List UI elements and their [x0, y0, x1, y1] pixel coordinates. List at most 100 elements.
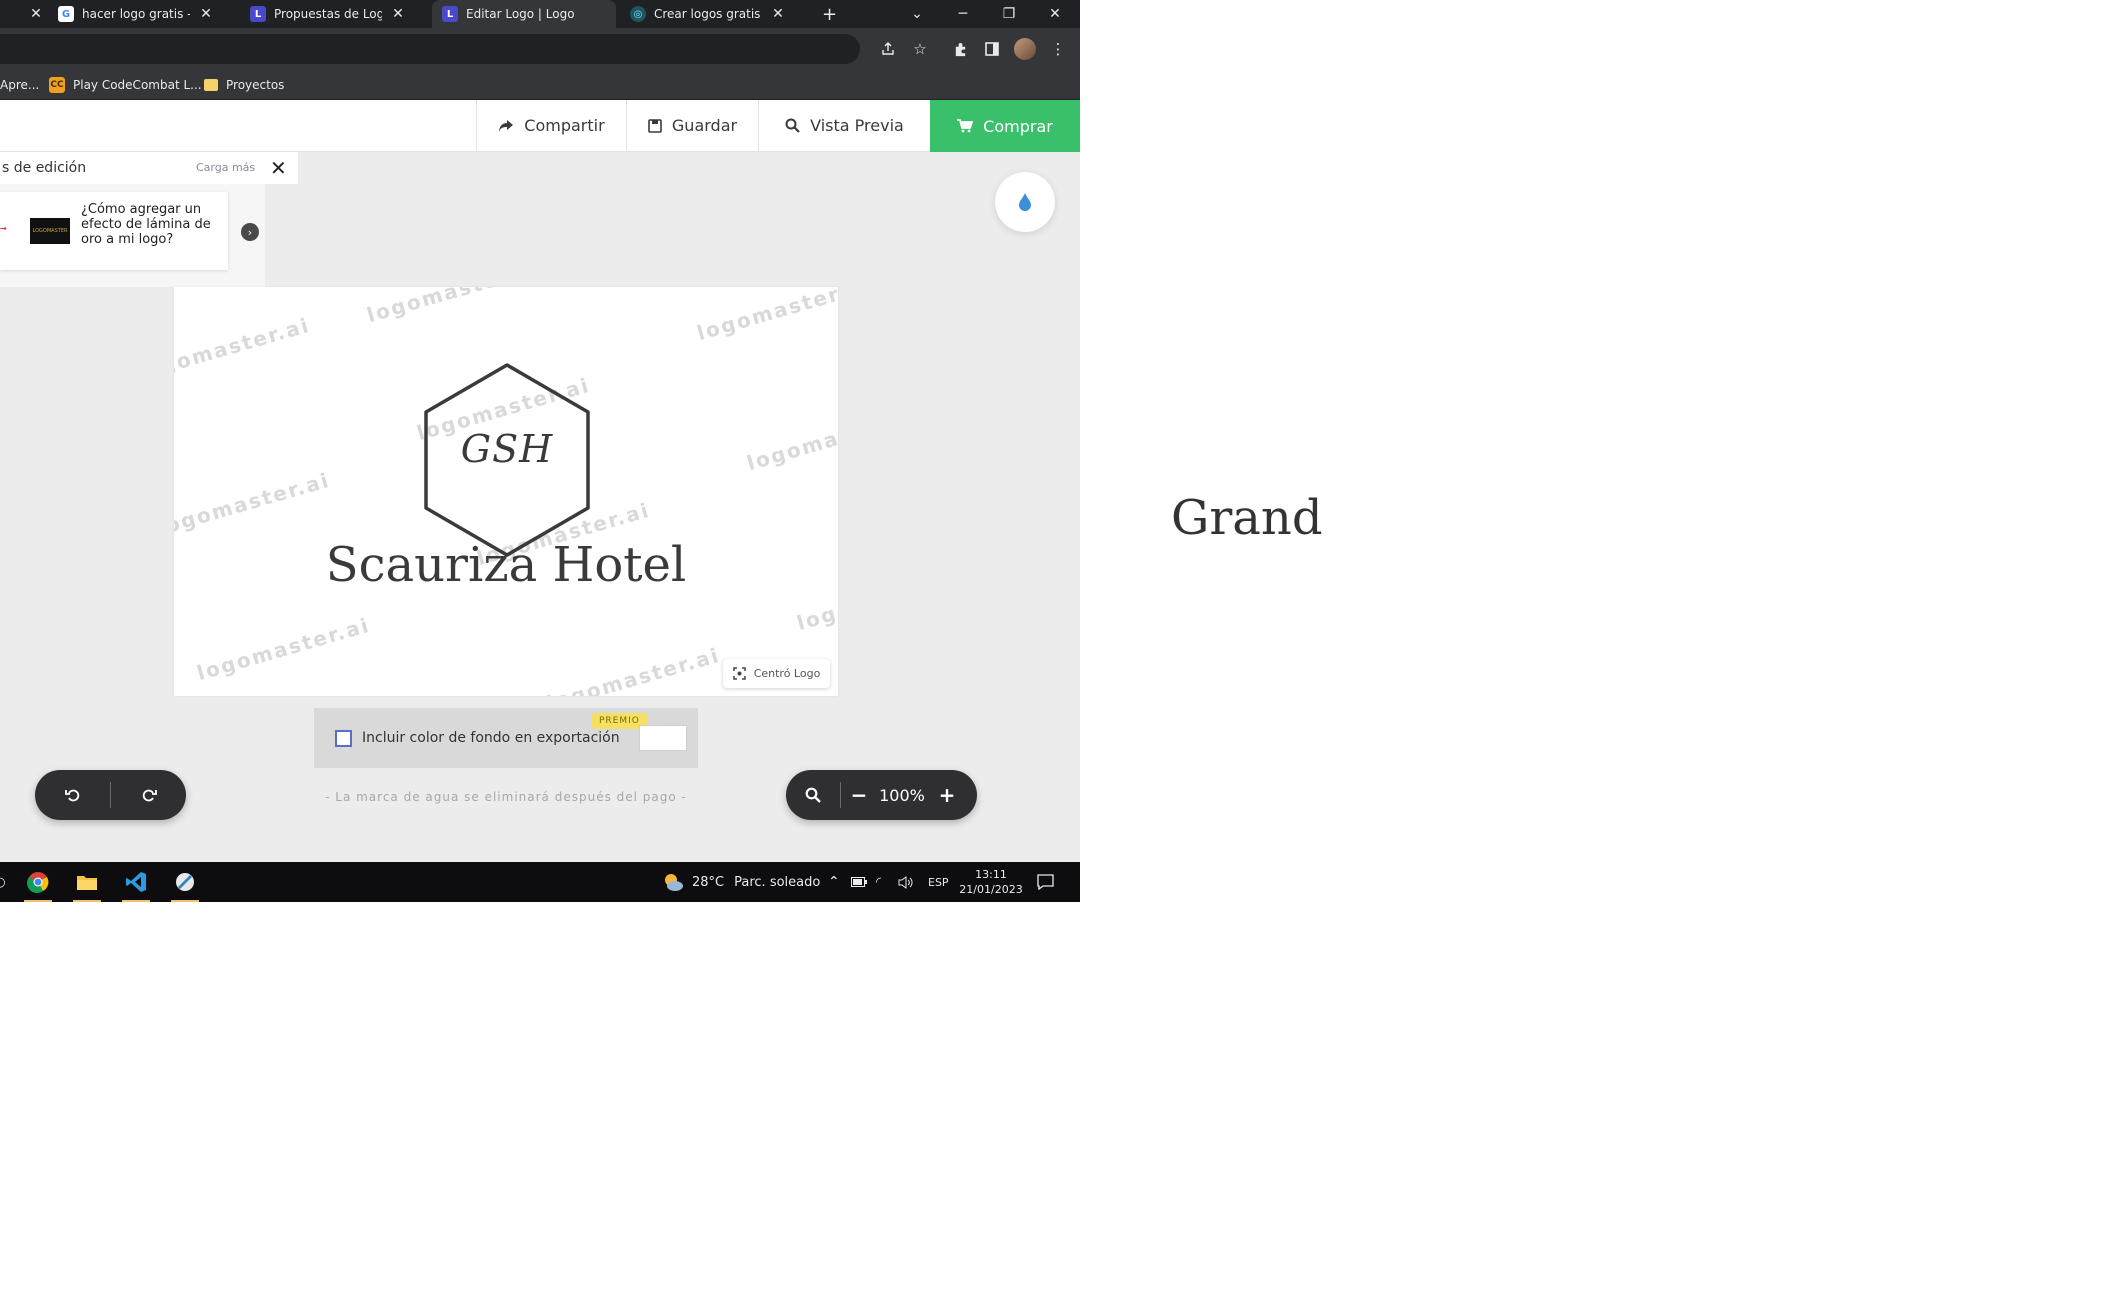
close-icon[interactable]: ✕	[390, 6, 406, 22]
tips-panel: s de edición Carga más ✕ → LOGOMASTER ¿C…	[0, 152, 298, 287]
brand-name: Scauriza Hotel	[325, 537, 687, 593]
watermark: logomaster.ai	[744, 402, 838, 476]
battery-icon-shape	[851, 877, 867, 887]
share-page-icon[interactable]	[877, 38, 899, 60]
tab-crear-logos[interactable]: ◎ Crear logos gratis en mi ✕	[630, 0, 806, 28]
logo-canvas[interactable]: logomaster.ai logomaster.ai logomaster.a…	[174, 287, 838, 696]
zoom-search-button[interactable]	[786, 787, 840, 803]
tab-google-search[interactable]: G hacer logo gratis - Busc ✕	[58, 0, 234, 28]
volume-icon[interactable]	[898, 862, 913, 902]
clock-date: 21/01/2023	[959, 883, 1023, 896]
google-g-icon: G	[58, 6, 74, 22]
preview-button[interactable]: Vista Previa	[758, 100, 930, 151]
toolbar: ☆ ⋮	[0, 28, 1080, 70]
clock[interactable]: 13:11 21/01/2023	[955, 862, 1027, 902]
zoom-level: 100%	[879, 785, 925, 805]
watermark: logomaster.ai	[174, 467, 333, 541]
save-icon	[648, 118, 662, 133]
buy-button[interactable]: Comprar	[930, 100, 1080, 152]
tips-title: s de edición	[2, 160, 87, 176]
minimize-button[interactable]: ─	[940, 0, 986, 28]
weather-widget[interactable]: 28°C Parc. soleado	[662, 862, 820, 902]
new-tab-button[interactable]: +	[822, 0, 842, 28]
address-bar[interactable]	[0, 34, 860, 64]
close-window-button[interactable]: ✕	[1032, 0, 1078, 28]
background-color-swatch[interactable]	[639, 725, 687, 751]
undo-button[interactable]	[35, 787, 110, 803]
chrome-icon	[27, 872, 49, 893]
include-bg-checkbox[interactable]	[335, 729, 352, 747]
monogram: GSH	[460, 427, 554, 471]
file-explorer-taskbar-icon[interactable]	[65, 862, 109, 902]
close-tips-button[interactable]: ✕	[270, 156, 287, 180]
bookmark-star-icon[interactable]: ☆	[909, 38, 931, 60]
preview-label: Vista Previa	[810, 116, 904, 135]
tray-overflow-icon[interactable]: ⌃	[828, 862, 840, 902]
sun-cloud-icon	[665, 874, 683, 891]
tips-next-button[interactable]: ›	[241, 223, 259, 241]
extensions-icon[interactable]	[949, 38, 971, 60]
watermark: logomaster.ai	[544, 642, 723, 696]
side-text: Grand	[1171, 490, 1323, 546]
watermark: logomaster.ai	[694, 287, 838, 346]
include-bg-label: Incluir color de fondo en exportación	[362, 730, 620, 746]
vscode-taskbar-icon[interactable]	[114, 862, 158, 902]
share-button[interactable]: Compartir	[476, 100, 626, 151]
search-icon	[805, 787, 821, 803]
codecombat-icon: CC	[49, 77, 65, 93]
export-options: Incluir color de fondo en exportación PR…	[314, 708, 698, 768]
menu-kebab-icon[interactable]: ⋮	[1047, 38, 1069, 60]
tip-thumbnail: LOGOMASTER	[30, 218, 70, 244]
bookmark-codecombat[interactable]: CC Play CodeCombat L...	[49, 70, 202, 100]
app-taskbar-icon[interactable]	[163, 862, 207, 902]
bookmarks-bar: Apre... CC Play CodeCombat L... Proyecto…	[0, 70, 1080, 100]
close-icon[interactable]: ✕	[28, 6, 44, 22]
wifi-icon[interactable]: ◜	[876, 862, 881, 902]
close-icon: ✕	[270, 156, 287, 180]
language-indicator[interactable]: ESP	[928, 862, 949, 902]
screen: ✕ G hacer logo gratis - Busc ✕ L Propues…	[0, 0, 2107, 1313]
logo-icon: ◎	[630, 6, 646, 22]
side-panel-icon[interactable]	[981, 38, 1003, 60]
share-arrow-icon	[499, 119, 514, 132]
folder-icon	[77, 876, 97, 890]
logomaster-favicon-icon: L	[442, 6, 458, 22]
tab-propuestas[interactable]: L Propuestas de Logo | Lo ✕	[250, 0, 426, 28]
center-logo-button[interactable]: Centró Logo	[723, 659, 830, 688]
logomaster-favicon-icon: L	[250, 6, 266, 22]
zoom-in-button[interactable]: +	[927, 783, 967, 807]
tip-card[interactable]: → LOGOMASTER ¿Cómo agregar un efecto de …	[0, 192, 228, 270]
tab-editar-logo[interactable]: L Editar Logo | Logomaste	[432, 0, 616, 28]
chevron-down-icon: ⌄	[911, 6, 923, 22]
close-icon[interactable]: ✕	[770, 6, 786, 22]
notification-icon	[1037, 874, 1054, 890]
restore-button[interactable]: ❐	[986, 0, 1032, 28]
plus-icon: +	[938, 783, 956, 807]
undo-icon	[64, 789, 79, 802]
zoom-out-button[interactable]: −	[841, 783, 877, 807]
battery-icon[interactable]	[851, 862, 867, 902]
tab-title: Propuestas de Logo | Lo	[274, 7, 382, 21]
paint-icon	[176, 873, 194, 891]
bookmark-label: Proyectos	[226, 78, 285, 92]
color-picker-button[interactable]	[995, 172, 1055, 232]
bookmark-apre[interactable]: Apre...	[0, 70, 39, 100]
redo-button[interactable]	[111, 787, 186, 803]
tab-search-button[interactable]: ⌄	[894, 0, 940, 28]
bookmark-label: Apre...	[0, 78, 40, 92]
editor-header: Compartir Guardar Vista Previa Comprar	[0, 100, 1080, 152]
close-icon[interactable]: ✕	[198, 6, 214, 22]
bookmark-proyectos[interactable]: Proyectos	[204, 70, 284, 100]
redo-icon	[142, 789, 157, 802]
notification-center-icon[interactable]	[1037, 862, 1054, 902]
tab-title: hacer logo gratis - Busc	[82, 7, 190, 21]
vscode-icon	[126, 872, 146, 892]
watermark: logomaster.ai	[194, 612, 373, 686]
chrome-taskbar-icon[interactable]	[16, 862, 60, 902]
load-more-link[interactable]: Carga más	[196, 161, 255, 174]
save-button[interactable]: Guardar	[626, 100, 758, 151]
search-icon	[785, 118, 800, 133]
tab-strip: ✕ G hacer logo gratis - Busc ✕ L Propues…	[0, 0, 1080, 28]
tab-previous-close[interactable]: ✕	[20, 0, 44, 28]
profile-avatar[interactable]	[1014, 38, 1036, 60]
